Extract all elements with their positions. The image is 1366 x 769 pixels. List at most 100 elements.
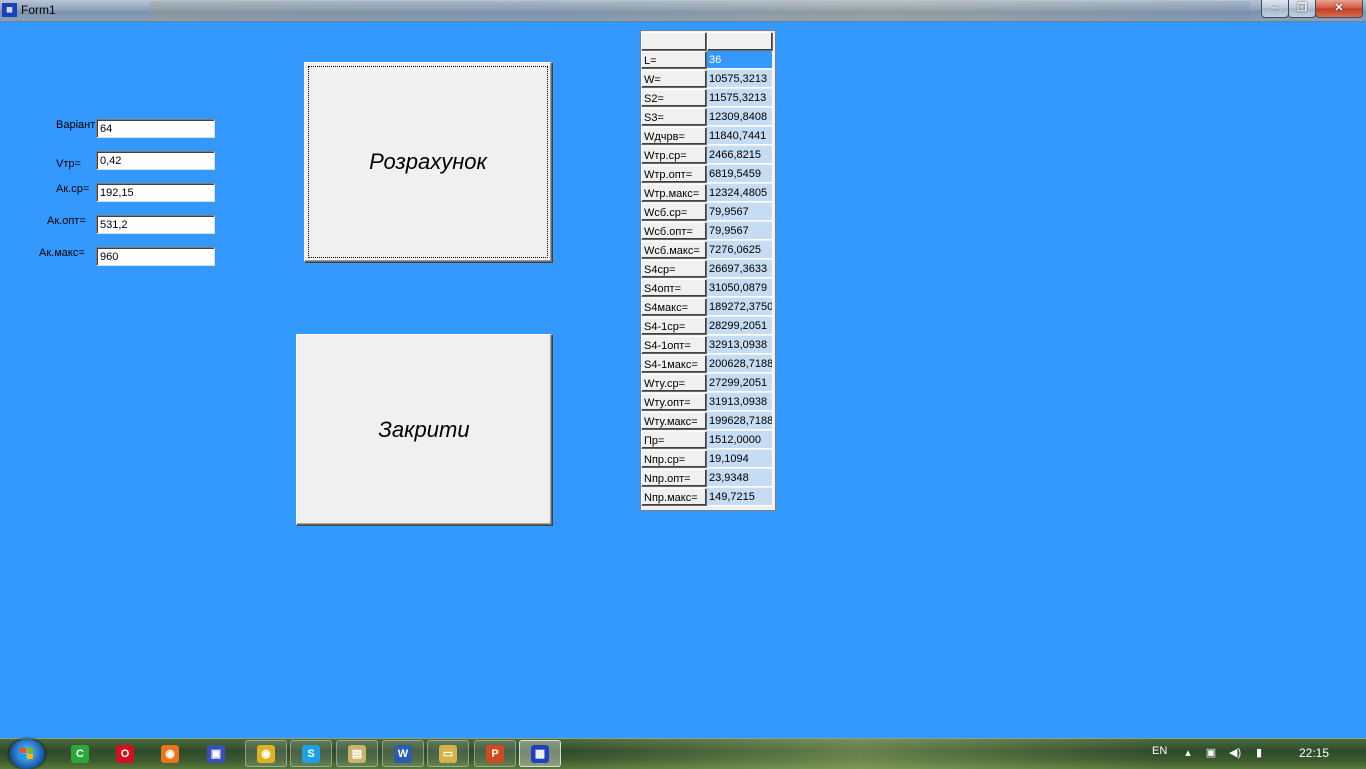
taskbar-button[interactable]: ▣ bbox=[198, 740, 234, 767]
grid-row-label: S4ср= bbox=[641, 260, 707, 278]
grid-row-value[interactable]: 26697,3633 bbox=[707, 260, 773, 278]
grid-row-value[interactable]: 19,1094 bbox=[707, 450, 773, 468]
powerpoint-icon: P bbox=[486, 744, 504, 763]
start-button[interactable] bbox=[9, 739, 45, 769]
grid-row-value[interactable]: 6819,5459 bbox=[707, 165, 773, 183]
grid-row-label: Nпр.опт= bbox=[641, 469, 707, 487]
grid-row-label: Wту.ср= bbox=[641, 374, 707, 392]
taskbar-button[interactable]: C bbox=[62, 740, 98, 767]
grid-row-value[interactable]: 189272,3750 bbox=[707, 298, 773, 316]
taskbar-button[interactable]: O bbox=[107, 740, 143, 767]
maximize-icon: ❐ bbox=[1297, 2, 1307, 14]
results-grid[interactable]: L= 36 W= 10575,3213 S2= 11575,3213 S3= 12309,84… bbox=[640, 30, 776, 511]
grid-row-label: S3= bbox=[641, 108, 707, 126]
taskbar-button[interactable]: S bbox=[290, 740, 332, 767]
grid-row-value[interactable]: 149,7215 bbox=[707, 488, 773, 506]
grid-row-label: Wтр.опт= bbox=[641, 165, 707, 183]
window-title: Form1 bbox=[21, 3, 56, 17]
minimize-icon: – bbox=[1271, 2, 1279, 14]
skype-icon: S bbox=[302, 744, 320, 763]
ak-opt-input[interactable] bbox=[96, 215, 215, 234]
grid-row-label: S4-1ср= bbox=[641, 317, 707, 335]
grid-row-value[interactable]: 7276,0625 bbox=[707, 241, 773, 259]
grid-row-label: W= bbox=[641, 70, 707, 88]
network-icon[interactable]: ▣ bbox=[1205, 747, 1217, 759]
language-indicator[interactable]: EN bbox=[1152, 745, 1167, 757]
grid-row-value[interactable]: 200628,7188 bbox=[707, 355, 773, 373]
grid-row-label: Wдчрв= bbox=[641, 127, 707, 145]
variant-input[interactable] bbox=[96, 119, 215, 138]
grid-row-value[interactable]: 31913,0938 bbox=[707, 393, 773, 411]
grid-row-value[interactable]: 199628,7188 bbox=[707, 412, 773, 430]
calculate-button-label: Розрахунок bbox=[369, 149, 487, 174]
grid-row-value[interactable]: 10575,3213 bbox=[707, 70, 773, 88]
grid-row-value[interactable]: 28299,2051 bbox=[707, 317, 773, 335]
maximize-button[interactable]: ❐ bbox=[1288, 0, 1316, 18]
ak-max-input[interactable] bbox=[96, 247, 215, 266]
grid-row-value[interactable]: 31050,0879 bbox=[707, 279, 773, 297]
grid-row-label: Wтр.ср= bbox=[641, 146, 707, 164]
taskbar-button[interactable]: ▤ bbox=[336, 740, 378, 767]
minimize-button[interactable]: – bbox=[1261, 0, 1289, 18]
battery-icon[interactable]: ▮ bbox=[1253, 747, 1265, 759]
title-bar: ▦ Form1 bbox=[0, 0, 1366, 22]
grid-row-label: S2= bbox=[641, 89, 707, 107]
delphi-app-icon: ▦ bbox=[531, 744, 549, 763]
grid-row-value[interactable]: 11840,7441 bbox=[707, 127, 773, 145]
grid-row-label: Wтр.макс= bbox=[641, 184, 707, 202]
chrome-icon: ◉ bbox=[257, 744, 275, 763]
grid-header-corner bbox=[641, 32, 707, 51]
opera-icon: O bbox=[116, 744, 134, 763]
grid-row-value[interactable]: 11575,3213 bbox=[707, 89, 773, 107]
title-bar-background bbox=[150, 1, 1250, 20]
grid-row-value[interactable]: 36 bbox=[707, 51, 773, 69]
calculate-button[interactable]: Розрахунок bbox=[304, 62, 552, 262]
volume-icon[interactable]: ◀) bbox=[1229, 747, 1241, 759]
grid-header-value bbox=[707, 32, 773, 51]
grid-row-label: Wсб.макс= bbox=[641, 241, 707, 259]
ccleaner-icon: C bbox=[71, 744, 89, 763]
photo-viewer-icon: ▤ bbox=[348, 744, 366, 763]
label-vtr: Vтр= bbox=[56, 158, 81, 170]
grid-row-value[interactable]: 12324,4805 bbox=[707, 184, 773, 202]
taskbar-button[interactable]: P bbox=[474, 740, 516, 767]
ak-sr-input[interactable] bbox=[96, 183, 215, 202]
taskbar-button[interactable]: ▦ bbox=[519, 740, 561, 767]
show-hidden-icons-icon[interactable]: ▴ bbox=[1182, 747, 1194, 759]
close-icon: ✕ bbox=[1334, 2, 1344, 14]
grid-row-label: S4макс= bbox=[641, 298, 707, 316]
grid-row-value[interactable]: 2466,8215 bbox=[707, 146, 773, 164]
grid-row-label: S4-1опт= bbox=[641, 336, 707, 354]
grid-row-value[interactable]: 79,9567 bbox=[707, 203, 773, 221]
grid-row-value[interactable]: 32913,0938 bbox=[707, 336, 773, 354]
close-window-button[interactable]: ✕ bbox=[1315, 0, 1363, 18]
grid-row-label: Nпр.макс= bbox=[641, 488, 707, 506]
grid-row-label: Пр= bbox=[641, 431, 707, 449]
grid-row-value[interactable]: 27299,2051 bbox=[707, 374, 773, 392]
close-button[interactable]: Закрити bbox=[296, 334, 552, 525]
taskbar-button[interactable]: ◉ bbox=[152, 740, 188, 767]
grid-row-label: Nпр.ср= bbox=[641, 450, 707, 468]
label-ak-max: Ак.макс= bbox=[39, 247, 85, 259]
grid-row-label: L= bbox=[641, 51, 707, 69]
label-variant: Варіант bbox=[56, 119, 96, 131]
grid-row-label: Wсб.опт= bbox=[641, 222, 707, 240]
vtr-input[interactable] bbox=[96, 151, 215, 170]
grid-row-label: S4опт= bbox=[641, 279, 707, 297]
delphi-app-icon[interactable]: ▦ bbox=[2, 3, 17, 17]
clock[interactable]: 22:15 bbox=[1299, 746, 1329, 760]
grid-row-value[interactable]: 12309,8408 bbox=[707, 108, 773, 126]
grid-row-value[interactable]: 1512,0000 bbox=[707, 431, 773, 449]
taskbar-button[interactable]: ◉ bbox=[245, 740, 287, 767]
grid-row-value[interactable]: 23,9348 bbox=[707, 469, 773, 487]
word-icon: W bbox=[394, 744, 412, 763]
windows-logo-icon bbox=[20, 748, 34, 760]
taskbar-button[interactable]: W bbox=[382, 740, 424, 767]
close-button-label: Закрити bbox=[378, 416, 470, 442]
label-ak-sr: Ак.ср= bbox=[56, 183, 90, 195]
grid-row-value[interactable]: 79,9567 bbox=[707, 222, 773, 240]
grid-row-label: Wсб.ср= bbox=[641, 203, 707, 221]
explorer-icon: ▭ bbox=[439, 744, 457, 763]
taskbar-button[interactable]: ▭ bbox=[427, 740, 469, 767]
firefox-icon: ◉ bbox=[161, 744, 179, 763]
